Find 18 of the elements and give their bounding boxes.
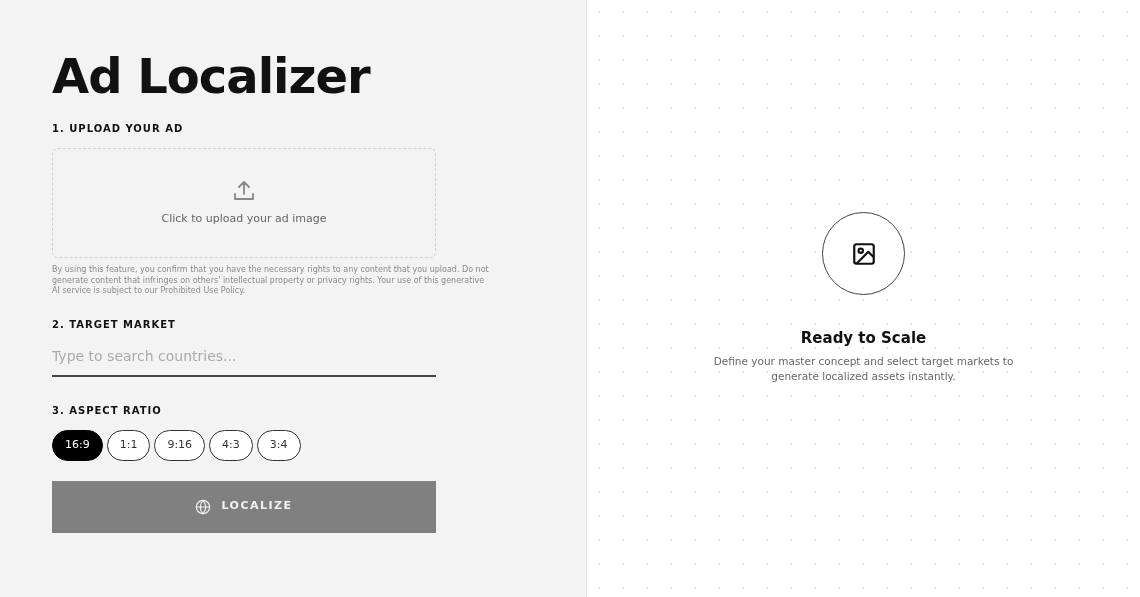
aspect-ratio-option[interactable]: 4:3 [209,430,253,461]
image-icon [850,240,877,267]
disclaimer-text: By using this feature, you confirm that you have the necessary rights to any content that you upload. Do not generate content that infringes on others' intellectual property or privacy rights. Your use of this generative AI service is subject to our Prohibited Use Policy. [52,264,490,298]
globe-icon [195,498,212,515]
upload-prompt: Click to upload your ad image [161,210,327,227]
preview-description: Define your master concept and select target markets to generate localized assets instantly. [712,353,1015,385]
upload-icon [232,178,256,203]
aspect-ratio-option[interactable]: 3:4 [256,430,301,461]
aspect-ratio-option[interactable]: 9:16 [154,430,206,461]
aspect-ratio-option[interactable]: 1:1 [106,430,151,461]
section-label: 3. ASPECT RATIO [52,404,162,419]
app-title: Ad Localizer [52,50,372,103]
aspect-ratio-option[interactable]: 16:9 [52,430,103,461]
country-search-field[interactable]: Type to search countries... [52,344,436,378]
section-label: 1. UPLOAD YOUR AD [52,121,184,136]
preview-title: Ready to Scale [800,328,927,349]
section-label: 2. TARGET MARKET [52,318,176,333]
upload-dropzone[interactable]: Click to upload your ad image [52,147,436,258]
